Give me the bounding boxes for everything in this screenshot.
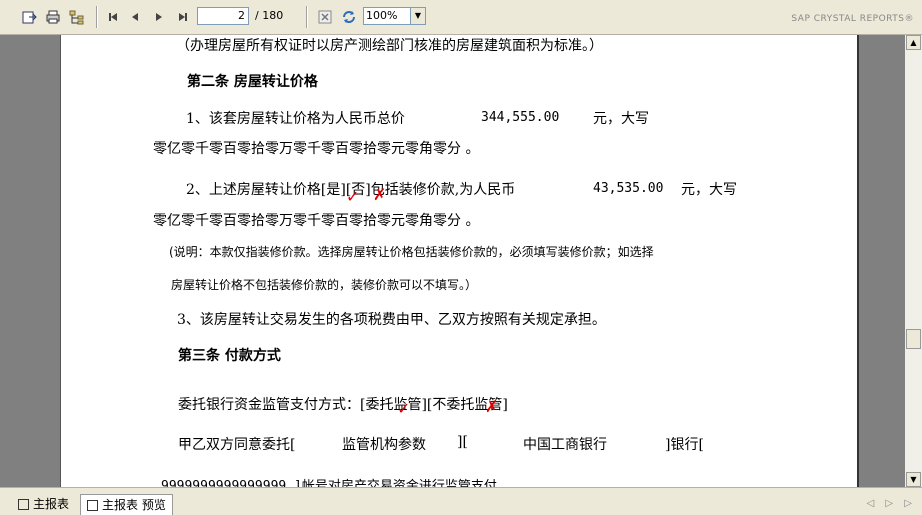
agree-bank: 中国工商银行	[523, 437, 607, 453]
tab-label: 主报表	[33, 497, 70, 511]
cross-mark: ✗	[485, 397, 499, 416]
zoom-select[interactable]: 100% ▼	[363, 7, 426, 25]
scroll-thumb[interactable]	[906, 329, 921, 349]
report-icon	[18, 498, 29, 510]
item-2-amount: 43,535.00	[593, 181, 664, 196]
refresh-icon[interactable]	[340, 8, 358, 26]
item-1-text: 1、该套房屋转让价格为人民币总价	[186, 111, 405, 127]
first-page-icon[interactable]	[104, 8, 122, 26]
vertical-scrollbar[interactable]: ▲ ▼	[905, 35, 922, 487]
report-page: （办理房屋所有权证时以房产测绘部门核准的房屋建筑面积为标准。） 第二条 房屋转让…	[60, 35, 859, 487]
check-mark: ✓	[397, 399, 411, 418]
note-line-2: 房屋转让价格不包括装修价款的，装修价款可以不填写。）	[171, 278, 478, 292]
item-1-words: 零亿零千零百零拾零万零千零百零拾零元零角零分 。	[153, 141, 480, 157]
print-icon[interactable]	[44, 8, 62, 26]
brand-label: SAP CRYSTAL REPORTS®	[791, 14, 914, 24]
separator	[306, 6, 308, 28]
note-line-1: (说明：本款仅指装修价款。选择房屋转让价格包括装修价款的，必须填写装修价款；如选…	[169, 245, 654, 259]
item-2-words: 零亿零千零百零拾零万零千零百零拾零元零角零分 。	[153, 213, 480, 229]
last-page-icon[interactable]	[174, 8, 192, 26]
export-icon[interactable]	[20, 8, 38, 26]
cross-mark: ✗	[373, 185, 387, 204]
page-number-input[interactable]: 2	[197, 7, 249, 25]
account-line: 9999999999999999 ]帐号对房产交易资金进行监管支付	[161, 479, 497, 487]
report-viewer[interactable]: （办理房屋所有权证时以房产测绘部门核准的房屋建筑面积为标准。） 第二条 房屋转让…	[0, 35, 905, 487]
check-mark: ✓	[346, 187, 360, 206]
tab-main-report-preview[interactable]: 主报表 预览	[80, 494, 173, 515]
scroll-down-icon[interactable]: ▼	[906, 472, 921, 487]
item-1-amount: 344,555.00	[481, 110, 560, 125]
prev-page-icon[interactable]	[126, 8, 144, 26]
tab-bar: 主报表 主报表 预览 ◁ ▷ ▷	[0, 487, 922, 515]
toolbar: 2 / 180 100% ▼ SAP CRYSTAL REPORTS®	[0, 0, 922, 35]
section-2-title: 第二条 房屋转让价格	[187, 74, 318, 90]
item-2-suffix: 元，大写	[681, 182, 737, 198]
group-tree-icon[interactable]	[68, 8, 86, 26]
scroll-up-icon[interactable]: ▲	[906, 35, 921, 50]
stop-icon[interactable]	[316, 8, 334, 26]
next-page-icon[interactable]	[150, 8, 168, 26]
item-1-suffix: 元，大写	[593, 111, 649, 127]
tab-label: 主报表 预览	[102, 498, 166, 512]
agree-mid: ][	[457, 434, 468, 450]
tab-main-report[interactable]: 主报表	[12, 494, 75, 514]
payment-method: 委托银行资金监管支付方式：[委托监管][不委托监管]	[178, 397, 508, 413]
agree-org: 监管机构参数	[342, 437, 426, 453]
tab-scroll-icon[interactable]: ◁ ▷ ▷	[867, 498, 916, 509]
item-3-text: 3、该房屋转让交易发生的各项税费由甲、乙双方按照有关规定承担。	[177, 312, 606, 328]
chevron-down-icon[interactable]: ▼	[410, 8, 425, 24]
report-icon	[87, 499, 98, 511]
section-3-title: 第三条 付款方式	[178, 348, 281, 364]
agree-suffix: ]银行[	[665, 437, 704, 453]
area-note: （办理房屋所有权证时以房产测绘部门核准的房屋建筑面积为标准。）	[176, 38, 603, 54]
zoom-value: 100%	[366, 9, 398, 22]
separator	[96, 6, 98, 28]
page-total: / 180	[255, 9, 284, 22]
agree-prefix: 甲乙双方同意委托[	[178, 437, 296, 453]
